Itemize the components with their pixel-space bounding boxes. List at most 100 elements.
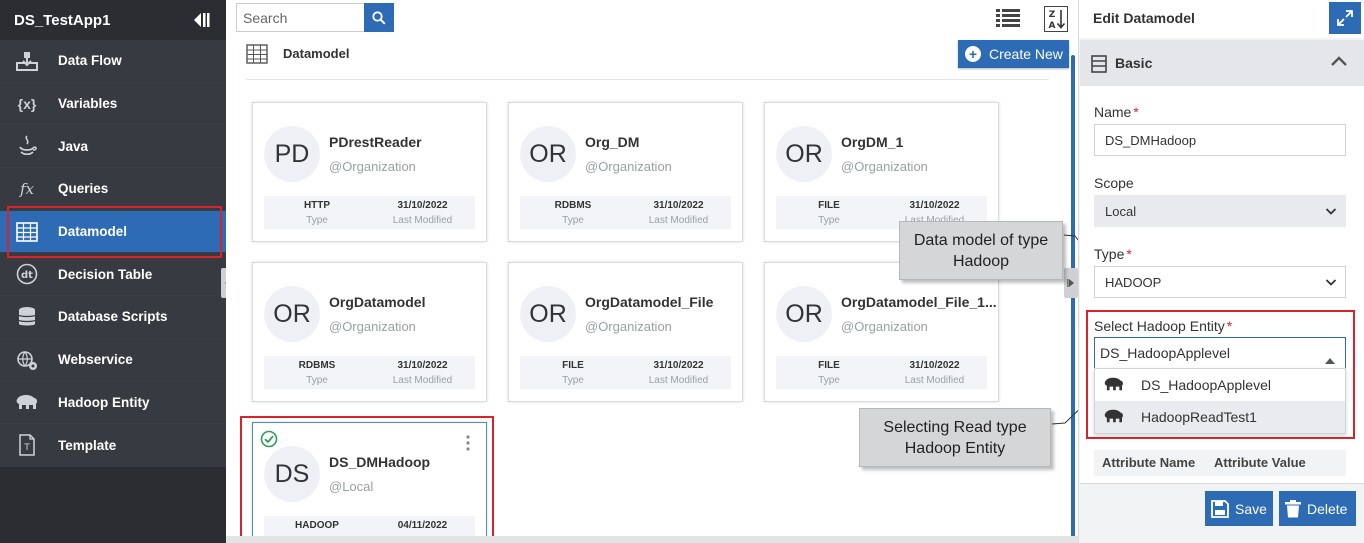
sidebar-item-label: Hadoop Entity xyxy=(58,394,150,410)
panel-header: Edit Datamodel xyxy=(1079,0,1364,38)
attribute-table-header: Attribute Name Attribute Value xyxy=(1094,450,1346,476)
chevron-up-icon[interactable] xyxy=(1330,55,1348,70)
type-label: Type xyxy=(562,375,584,386)
sidebar-item-template[interactable]: T Template xyxy=(0,424,226,467)
svg-text:T: T xyxy=(23,443,30,453)
create-new-label: Create New xyxy=(989,46,1063,62)
sidebar-item-label: Template xyxy=(58,437,117,453)
datamodel-card[interactable]: OR OrgDatamodel_File @Organization FILE … xyxy=(508,262,743,402)
variables-icon: {x} xyxy=(17,95,37,112)
card-date: 31/10/2022 xyxy=(397,200,448,211)
form-icon xyxy=(1091,55,1107,76)
card-type: RDBMS xyxy=(298,360,336,371)
basic-section-header[interactable]: Basic xyxy=(1080,40,1364,86)
save-button[interactable]: Save xyxy=(1205,491,1273,526)
sidebar-item-queries[interactable]: fx Queries xyxy=(0,168,226,211)
datamodel-card[interactable]: OR OrgDatamodel @Organization RDBMS 31/1… xyxy=(252,262,487,402)
name-field[interactable]: DS_DMHadoop xyxy=(1094,124,1346,156)
name-label: Name * xyxy=(1094,104,1139,120)
attr-name-header: Attribute Name xyxy=(1102,455,1196,470)
card-type: FILE xyxy=(818,200,840,211)
card-meta: FILE 31/10/2022 Type Last Modified xyxy=(776,356,987,389)
card-meta: HTTP 31/10/2022 Type Last Modified xyxy=(264,196,475,229)
datamodel-card-selected[interactable]: DS DS_DMHadoop @Local HADOOP 04/11/2022 xyxy=(252,422,487,542)
scope-select[interactable]: Local xyxy=(1094,195,1346,227)
option-label: DS_HadoopApplevel xyxy=(1141,377,1271,393)
sidebar-item-data-flow[interactable]: Data Flow xyxy=(0,40,226,83)
card-date: 31/10/2022 xyxy=(909,200,960,211)
attr-value-header: Attribute Value xyxy=(1214,455,1306,470)
avatar: OR xyxy=(776,126,832,182)
svg-text:dt: dt xyxy=(21,270,33,281)
panel-body: Name * DS_DMHadoop Scope Local Type * HADO… xyxy=(1080,86,1364,483)
datamodel-card[interactable]: OR OrgDatamodel_File_1... @Organization … xyxy=(764,262,999,402)
card-name: Org_DM xyxy=(585,134,640,150)
modified-label: Last Modified xyxy=(648,215,709,226)
card-type: HTTP xyxy=(303,200,331,211)
table-grid-icon xyxy=(246,44,268,67)
datamodel-card[interactable]: PD PDrestReader @Organization HTTP 31/10… xyxy=(252,102,487,242)
sidebar-item-database-scripts[interactable]: Database Scripts xyxy=(0,296,226,339)
data-flow-icon xyxy=(14,50,40,72)
app-title: DS_TestApp1 xyxy=(14,11,111,29)
datamodel-card[interactable]: OR Org_DM @Organization RDBMS 31/10/2022… xyxy=(508,102,743,242)
sidebar-item-variables[interactable]: {x} Variables xyxy=(0,82,226,126)
hadoop-entity-dropdown: DS_HadoopApplevel HadoopReadTest1 xyxy=(1094,368,1346,434)
sidebar-item-datamodel[interactable]: Datamodel xyxy=(0,210,226,254)
entity-label: Select Hadoop Entity * xyxy=(1094,318,1233,334)
entity-value: DS_HadoopApplevel xyxy=(1100,345,1230,361)
avatar: OR xyxy=(520,286,576,342)
sidebar-item-hadoop-entity[interactable]: Hadoop Entity xyxy=(0,381,226,425)
trash-icon xyxy=(1285,499,1301,517)
card-name: OrgDatamodel_File xyxy=(585,294,714,310)
save-icon xyxy=(1211,499,1229,518)
card-meta: FILE 31/10/2022 Type Last Modified xyxy=(520,356,731,389)
card-date: 31/10/2022 xyxy=(653,200,704,211)
card-date: 31/10/2022 xyxy=(909,360,960,371)
expand-button[interactable] xyxy=(1329,2,1361,34)
dropdown-option[interactable]: HadoopReadTest1 xyxy=(1095,401,1345,433)
section-header: Datamodel + Create New xyxy=(246,40,1069,80)
main-scrollbar[interactable] xyxy=(1071,55,1075,543)
panel-resize-handle[interactable] xyxy=(1064,268,1078,298)
collapse-sidebar-icon[interactable] xyxy=(192,11,212,29)
type-label: Type xyxy=(562,215,584,226)
chevron-down-icon xyxy=(1325,205,1337,220)
delete-button[interactable]: Delete xyxy=(1279,491,1356,526)
hadoop-icon xyxy=(1103,408,1125,427)
type-value: HADOOP xyxy=(1105,274,1162,290)
card-name: OrgDatamodel xyxy=(329,294,426,310)
hadoop-icon xyxy=(14,391,40,413)
card-name: OrgDatamodel_File_1... xyxy=(841,294,997,310)
dropdown-option[interactable]: DS_HadoopApplevel xyxy=(1095,369,1345,401)
chevron-down-icon xyxy=(1325,276,1337,291)
sidebar-item-webservice[interactable]: Webservice xyxy=(0,338,226,382)
type-select[interactable]: HADOOP xyxy=(1094,266,1346,298)
avatar: DS xyxy=(264,446,320,502)
queries-icon: fx xyxy=(19,179,34,198)
search-button[interactable] xyxy=(364,3,394,32)
more-options-icon[interactable] xyxy=(466,435,470,454)
search-icon xyxy=(372,10,386,25)
modified-label: Last Modified xyxy=(392,375,453,386)
template-icon: T xyxy=(14,434,40,456)
callout-read-type: Selecting Read type Hadoop Entity xyxy=(859,408,1051,467)
list-view-icon[interactable] xyxy=(996,8,1020,31)
avatar: PD xyxy=(264,126,320,182)
card-type: RDBMS xyxy=(554,200,592,211)
panel-title: Edit Datamodel xyxy=(1093,10,1195,26)
avatar: OR xyxy=(776,286,832,342)
card-meta: HADOOP 04/11/2022 xyxy=(264,516,475,536)
sidebar-item-java[interactable]: Java xyxy=(0,125,226,169)
card-type: FILE xyxy=(562,360,584,371)
sidebar-item-label: Decision Table xyxy=(58,266,153,282)
search-input[interactable] xyxy=(236,3,364,32)
card-type: HADOOP xyxy=(295,520,339,531)
sidebar-item-decision-table[interactable]: dt Decision Table xyxy=(0,253,226,297)
card-org: @Organization xyxy=(585,319,672,334)
create-new-button[interactable]: + Create New xyxy=(958,40,1069,68)
scope-label: Scope xyxy=(1094,175,1134,191)
sort-az-icon[interactable]: ZA xyxy=(1044,6,1068,35)
hadoop-entity-select[interactable]: DS_HadoopApplevel xyxy=(1094,337,1346,369)
sidebar-nav: Data Flow {x} Variables Java fx Queries … xyxy=(0,40,226,467)
